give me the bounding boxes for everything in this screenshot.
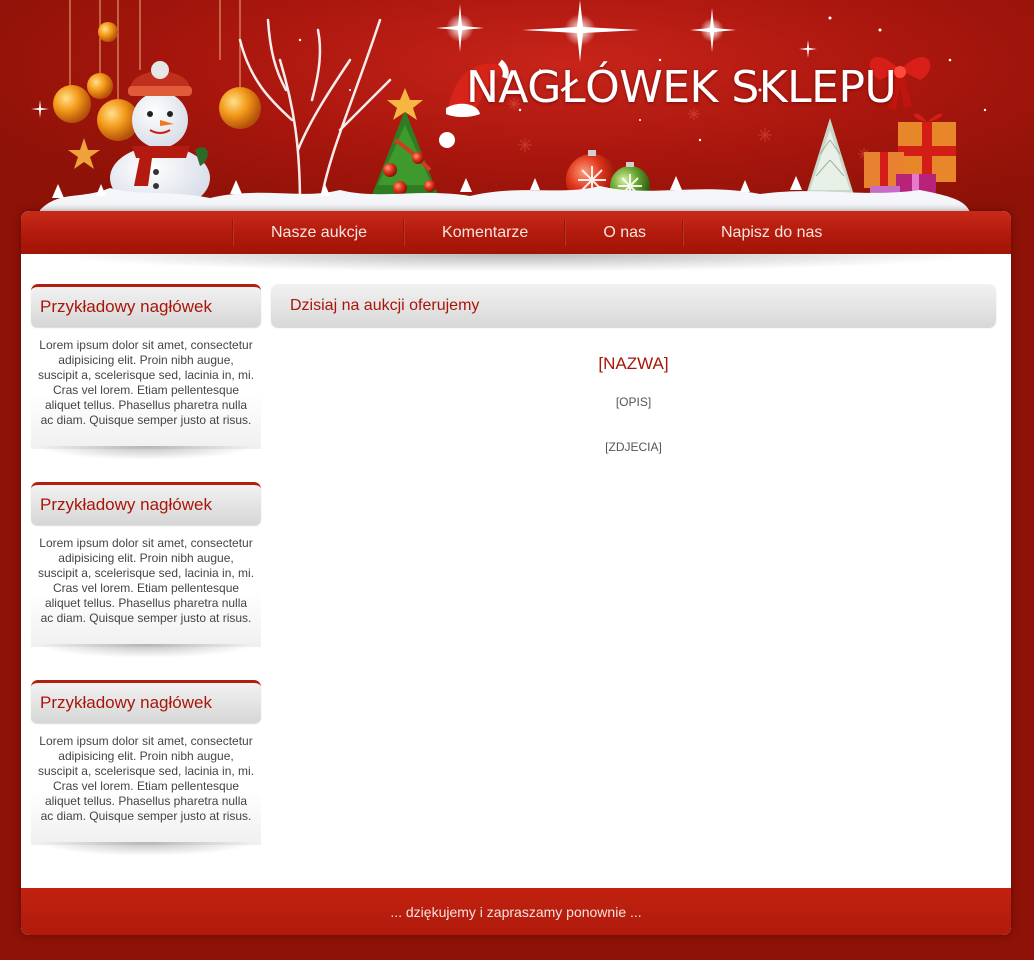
item-photos: [ZDJECIA]	[605, 440, 662, 454]
nav-list: Nasze aukcje Komentarze O nas Napisz do …	[232, 211, 858, 254]
sidebar-widget: Przykładowy nagłówek Lorem ipsum dolor s…	[31, 284, 261, 482]
page-container: Nasze aukcje Komentarze O nas Napisz do …	[21, 211, 1011, 935]
widget-header: Przykładowy nagłówek	[31, 482, 261, 525]
nav-item-komentarze[interactable]: Komentarze	[405, 211, 564, 254]
sidebar-widget: Przykładowy nagłówek Lorem ipsum dolor s…	[31, 680, 261, 878]
nav-item-o-nas[interactable]: O nas	[566, 211, 682, 254]
widget-shadow	[36, 842, 256, 856]
widget-title: Przykładowy nagłówek	[40, 693, 212, 712]
main-heading: Dzisiaj na aukcji oferujemy	[290, 297, 480, 314]
sidebar-widget: Przykładowy nagłówek Lorem ipsum dolor s…	[31, 482, 261, 680]
widget-text: Lorem ipsum dolor sit amet, consectetur …	[37, 734, 255, 823]
widget-shadow	[36, 644, 256, 658]
header-banner: NAGŁÓWEK SKLEPU	[0, 0, 1034, 215]
widget-text: Lorem ipsum dolor sit amet, consectetur …	[37, 338, 255, 427]
widget-shadow	[36, 446, 256, 460]
nav-item-nasze-aukcje[interactable]: Nasze aukcje	[234, 211, 403, 254]
nav-shadow	[41, 254, 991, 272]
item-name: [NAZWA]	[598, 354, 669, 373]
footer-text: ... dziękujemy i zapraszamy ponownie ...	[390, 904, 642, 920]
widget-text: Lorem ipsum dolor sit amet, consectetur …	[37, 536, 255, 625]
nav-item-napisz-do-nas[interactable]: Napisz do nas	[684, 211, 858, 254]
footer: ... dziękujemy i zapraszamy ponownie ...	[21, 888, 1011, 935]
main-navigation: Nasze aukcje Komentarze O nas Napisz do …	[21, 211, 1011, 254]
widget-header: Przykładowy nagłówek	[31, 284, 261, 327]
shop-title: NAGŁÓWEK SKLEPU	[466, 62, 897, 113]
item-description: [OPIS]	[615, 395, 652, 409]
widget-header: Przykładowy nagłówek	[31, 680, 261, 723]
main-heading-bar: Dzisiaj na aukcji oferujemy	[271, 284, 996, 327]
widget-title: Przykładowy nagłówek	[40, 297, 212, 316]
widget-title: Przykładowy nagłówek	[40, 495, 212, 514]
sidebar: Przykładowy nagłówek Lorem ipsum dolor s…	[31, 284, 261, 878]
